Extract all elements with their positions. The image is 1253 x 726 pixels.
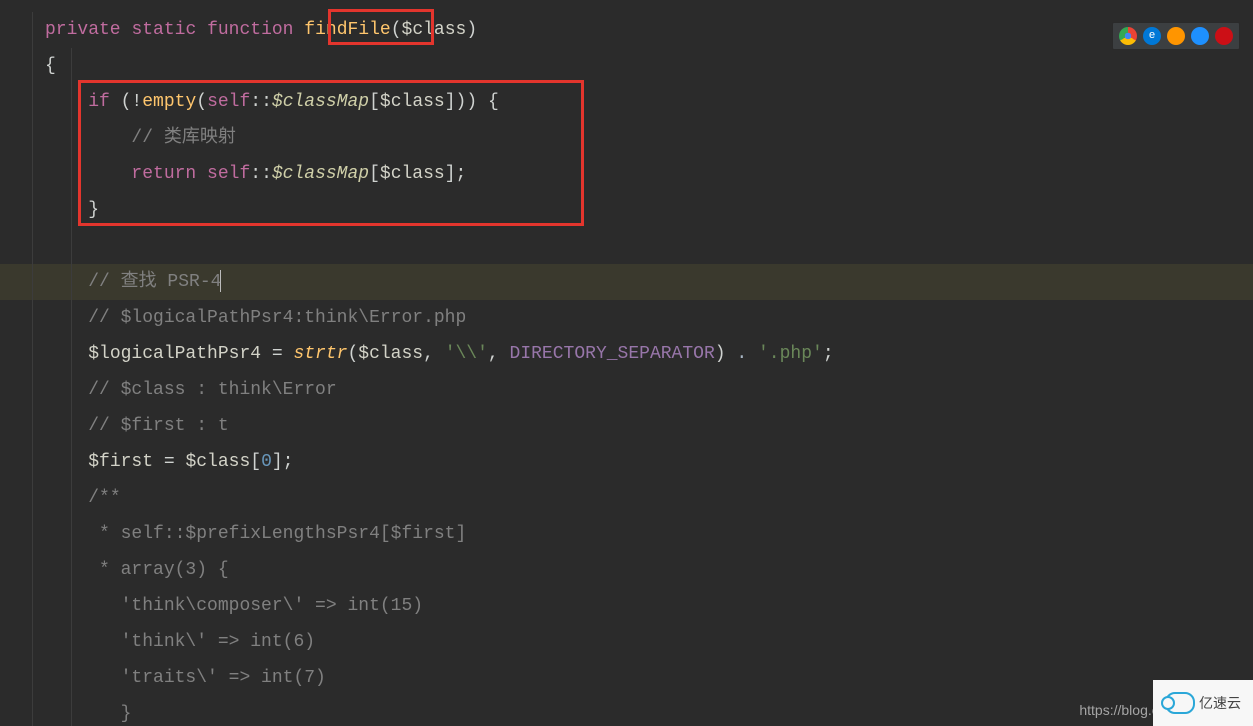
code-line: } — [0, 696, 1253, 726]
chrome-icon[interactable] — [1119, 27, 1137, 45]
caret-icon — [220, 270, 221, 292]
code-line — [0, 228, 1253, 264]
code-line-active: // 查找 PSR-4 — [0, 264, 1253, 300]
code-line: * self::$prefixLengthsPsr4[$first] — [0, 516, 1253, 552]
cloud-icon — [1165, 692, 1195, 714]
opera-icon[interactable] — [1215, 27, 1233, 45]
code-line: $first = $class[0]; — [0, 444, 1253, 480]
code-line: // $first : t — [0, 408, 1253, 444]
highlight-box-block — [78, 80, 584, 226]
code-line: { — [0, 48, 1253, 84]
indent-guide — [71, 48, 72, 726]
code-line: // $logicalPathPsr4:think\Error.php — [0, 300, 1253, 336]
code-line: /** — [0, 480, 1253, 516]
edge-icon[interactable]: e — [1143, 27, 1161, 45]
code-line: // $class : think\Error — [0, 372, 1253, 408]
highlight-box-function — [328, 9, 434, 45]
browser-toolbar: e — [1112, 22, 1240, 50]
code-line: 'think\' => int(6) — [0, 624, 1253, 660]
code-line: * array(3) { — [0, 552, 1253, 588]
code-line: $logicalPathPsr4 = strtr($class, '\\', D… — [0, 336, 1253, 372]
code-line: 'think\composer\' => int(15) — [0, 588, 1253, 624]
code-line: private static function findFile($class) — [0, 12, 1253, 48]
watermark-logo: 亿速云 — [1153, 680, 1253, 726]
firefox-icon[interactable] — [1167, 27, 1185, 45]
gutter — [0, 12, 33, 726]
safari-icon[interactable] — [1191, 27, 1209, 45]
code-editor[interactable]: private static function findFile($class)… — [0, 0, 1253, 726]
code-line: 'traits\' => int(7) — [0, 660, 1253, 696]
